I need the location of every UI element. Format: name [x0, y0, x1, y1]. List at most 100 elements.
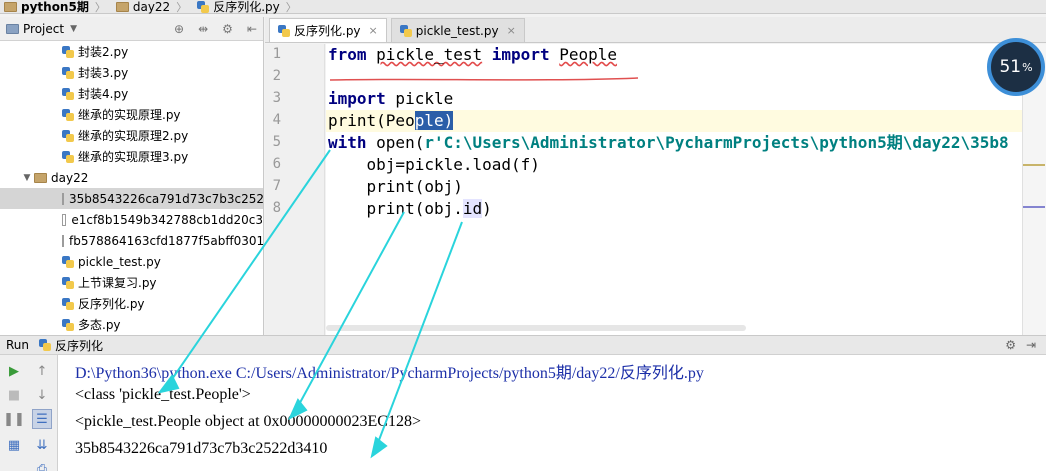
- tree-file[interactable]: 继承的实现原理.py: [0, 104, 263, 125]
- tree-item-label: 反序列化.py: [78, 297, 145, 311]
- selected-text: ple): [414, 111, 454, 130]
- arrow-down-icon[interactable]: ↓: [32, 385, 52, 405]
- breadcrumb-file[interactable]: 反序列化.py 〉: [193, 0, 303, 14]
- stop-icon[interactable]: ■: [4, 385, 24, 405]
- tree-file[interactable]: fb578864163cfd1877f5abff0301: [0, 230, 263, 251]
- python-file-icon: [62, 108, 74, 121]
- tree-item-label: day22: [51, 170, 89, 185]
- soft-wrap-icon[interactable]: ☰: [32, 409, 52, 429]
- folder-icon: [4, 1, 17, 12]
- close-icon[interactable]: ×: [369, 24, 378, 37]
- horizontal-scrollbar[interactable]: [326, 325, 746, 331]
- tree-file[interactable]: 继承的实现原理3.py: [0, 146, 263, 167]
- tree-file[interactable]: 上节课复习.py: [0, 272, 263, 293]
- breadcrumb-separator-icon: 〉: [285, 0, 297, 14]
- minimize-icon[interactable]: ⇥: [1026, 338, 1036, 352]
- python-file-icon: [62, 150, 74, 163]
- python-file-icon: [62, 129, 74, 142]
- code-line-5: with open(r'C:\Users\Administrator\Pycha…: [328, 132, 1009, 154]
- code-line-1: from pickle_test import People: [328, 44, 617, 66]
- python-file-icon: [62, 276, 74, 289]
- gear-icon[interactable]: ⚙: [222, 22, 233, 36]
- tree-item-label: 继承的实现原理2.py: [78, 129, 189, 143]
- tree-file[interactable]: 多态.py: [0, 314, 263, 335]
- tree-file[interactable]: 封装2.py: [0, 41, 263, 62]
- scroll-to-end-icon[interactable]: ⇊: [32, 435, 52, 455]
- print-icon[interactable]: ⎙: [32, 459, 52, 471]
- tree-item-label: 继承的实现原理.py: [78, 108, 181, 122]
- editor-tab-label: 反序列化.py: [294, 24, 361, 38]
- console-line: <pickle_test.People object at 0x00000000…: [75, 413, 421, 430]
- run-toolbar: ▶ ↑ ■ ↓ ❚❚ ☰ ▦ ⇊ ⎙: [0, 355, 58, 471]
- tree-item-label: 35b8543226ca791d73c7b3c2522d3410: [69, 191, 263, 206]
- gear-icon[interactable]: ⚙: [1005, 338, 1016, 352]
- project-view-selector[interactable]: Project ▼: [6, 22, 77, 36]
- keyword: import: [491, 45, 550, 64]
- line-number: 5: [272, 134, 281, 150]
- run-console[interactable]: D:\Python36\python.exe C:/Users/Administ…: [58, 355, 1046, 471]
- rerun-icon[interactable]: ▶: [4, 361, 24, 381]
- file-icon: [62, 213, 67, 226]
- tree-file[interactable]: 反序列化.py: [0, 293, 263, 314]
- python-file-icon: [197, 0, 210, 13]
- imported-name: People: [559, 45, 618, 64]
- editor-tab[interactable]: 反序列化.py ×: [269, 18, 387, 42]
- keyword: with: [328, 133, 367, 152]
- editor-tab[interactable]: pickle_test.py ×: [390, 18, 525, 42]
- project-panel-header: Project ▼ ⊕ ⇹ ⚙ ⇤: [0, 17, 263, 41]
- cpu-usage-value: 51: [999, 57, 1022, 77]
- warning-marker[interactable]: [1023, 164, 1045, 166]
- code-line-6: obj=pickle.load(f): [328, 155, 540, 174]
- chevron-down-icon[interactable]: ▼: [20, 173, 34, 183]
- cpu-usage-badge: 51%: [987, 38, 1045, 96]
- tree-file[interactable]: 封装3.py: [0, 62, 263, 83]
- arrow-up-icon[interactable]: ↑: [32, 361, 52, 381]
- code-line-3: import pickle: [328, 88, 453, 110]
- python-file-icon: [62, 255, 74, 268]
- dump-threads-icon[interactable]: ▦: [4, 435, 24, 455]
- breadcrumb-separator-icon: 〉: [176, 0, 188, 14]
- file-icon: [62, 234, 64, 247]
- attribute-name: id: [462, 199, 483, 218]
- breadcrumb-folder-label: day22: [132, 0, 171, 14]
- console-line: <class 'pickle_test.People'>: [75, 386, 251, 403]
- breadcrumb-project[interactable]: python5期 〉: [0, 0, 112, 14]
- tree-file[interactable]: 封装4.py: [0, 83, 263, 104]
- file-icon: [62, 192, 64, 205]
- hide-panel-icon[interactable]: ⇤: [247, 22, 257, 36]
- close-icon[interactable]: ×: [507, 24, 516, 37]
- python-file-icon: [62, 87, 74, 100]
- tree-file[interactable]: pickle_test.py: [0, 251, 263, 272]
- project-tree: 封装2.py 封装3.py 封装4.py 继承的实现原理.py 继承的实现原理2.py 继…: [0, 41, 263, 335]
- run-config-label[interactable]: 反序列化: [55, 337, 103, 354]
- editor-tab-bar: 反序列化.py × pickle_test.py ×: [265, 17, 1046, 43]
- console-line: D:\Python36\python.exe C:/Users/Administ…: [75, 365, 704, 382]
- python-file-icon: [62, 297, 74, 310]
- tree-item-label: 封装4.py: [78, 87, 129, 101]
- code-editor[interactable]: from pickle_test import People import pi…: [326, 44, 1022, 335]
- breadcrumb-folder[interactable]: day22 〉: [112, 0, 193, 14]
- tree-folder[interactable]: ▼ day22: [0, 167, 263, 188]
- keyword: import: [328, 89, 386, 108]
- project-panel: Project ▼ ⊕ ⇹ ⚙ ⇤ 封装2.py 封装3.py 封装4.py 继承的实…: [0, 17, 264, 335]
- python-file-icon: [62, 45, 74, 58]
- target-icon[interactable]: ⊕: [174, 22, 184, 36]
- tree-file[interactable]: 继承的实现原理2.py: [0, 125, 263, 146]
- collapse-all-icon[interactable]: ⇹: [198, 22, 208, 36]
- code-text: print(obj.: [328, 199, 463, 218]
- folder-icon: [115, 1, 129, 12]
- code-line-8: print(obj.id): [328, 198, 492, 220]
- info-marker[interactable]: [1023, 206, 1045, 208]
- tree-file[interactable]: e1cf8b1549b342788cb1dd20c3: [0, 209, 263, 230]
- breadcrumb-file-label: 反序列化.py: [213, 0, 280, 14]
- tree-file[interactable]: 35b8543226ca791d73c7b3c2522d3410: [0, 188, 263, 209]
- keyword: from: [328, 45, 367, 64]
- project-icon: [6, 23, 19, 34]
- code-line-7: print(obj): [328, 177, 463, 196]
- string-literal: r'C:\Users\Administrator\PycharmProjects…: [424, 133, 1009, 152]
- line-number: 3: [272, 90, 281, 106]
- pause-icon[interactable]: ❚❚: [3, 409, 25, 429]
- code-text: ): [482, 199, 492, 218]
- tree-item-label: 封装3.py: [78, 66, 129, 80]
